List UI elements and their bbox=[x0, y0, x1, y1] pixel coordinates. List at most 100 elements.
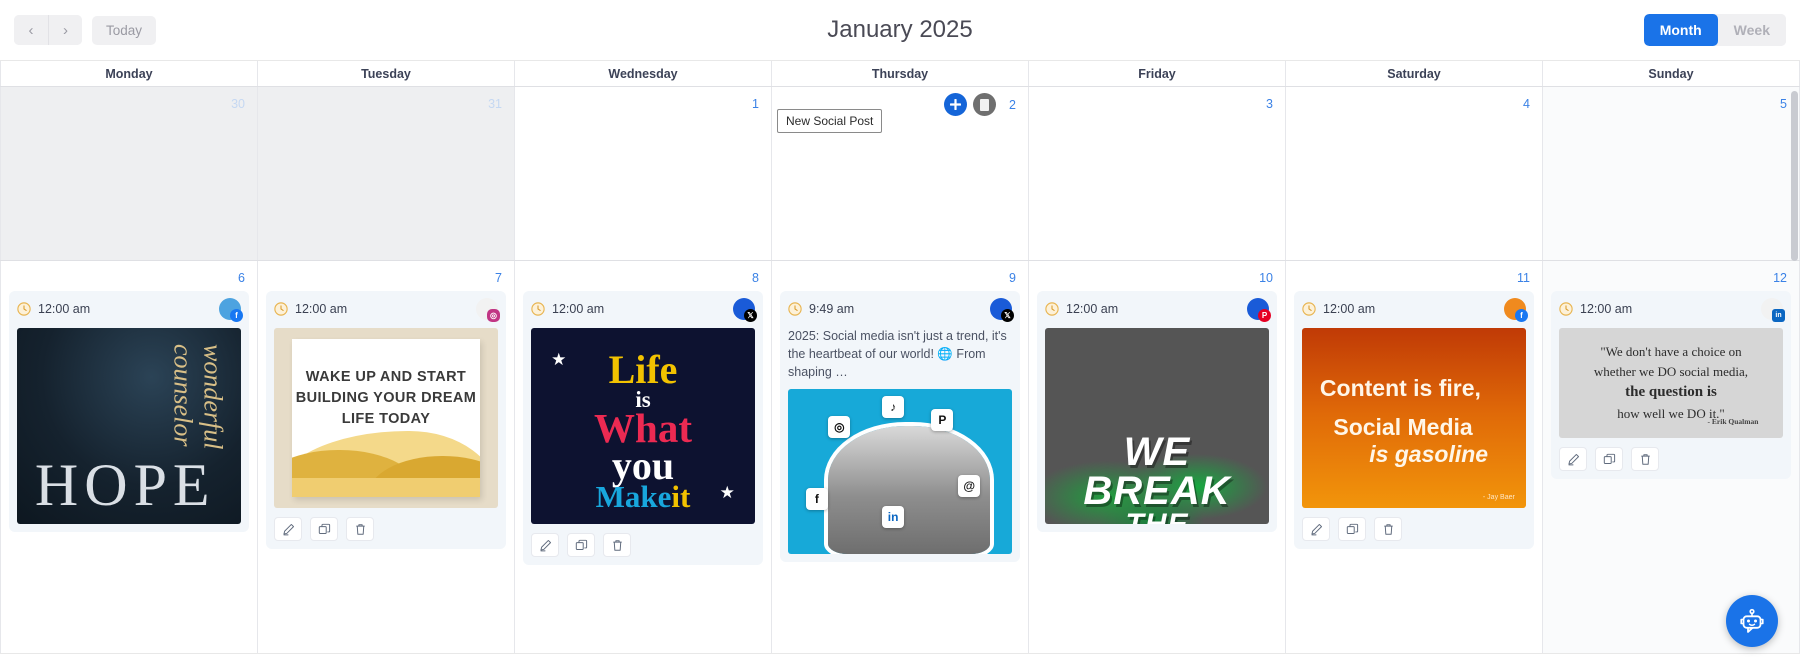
day-cell-7[interactable]: 7 12:00 am ◎ WAKE UP AND START BUILDING … bbox=[258, 261, 515, 653]
social-calendar-app: ‹ › Today January 2025 Month Week Monday… bbox=[0, 0, 1800, 663]
clock-icon bbox=[1045, 302, 1059, 316]
artwork-life-is-what-you-make-it: ★ ★ Life is What you Makeit bbox=[531, 328, 755, 524]
facebook-icon: f bbox=[1515, 309, 1528, 322]
scrollbar-thumb[interactable] bbox=[1791, 91, 1798, 261]
new-note-button[interactable] bbox=[973, 93, 996, 116]
chatbot-fab-button[interactable] bbox=[1726, 595, 1778, 647]
post-thumbnail[interactable]: Content is fire, Social Media is gasolin… bbox=[1302, 328, 1526, 508]
day-cell-2[interactable]: 2 New Social Post bbox=[772, 87, 1029, 260]
prev-month-button[interactable]: ‹ bbox=[14, 15, 48, 45]
edit-button[interactable] bbox=[531, 533, 559, 557]
dune-shape bbox=[291, 478, 481, 498]
artwork-we-break-the-rules: WE BREAK THE bbox=[1045, 328, 1269, 524]
event-card[interactable]: 12:00 am f Content is fire, Social Media… bbox=[1294, 291, 1534, 549]
tiktok-icon: ♪ bbox=[882, 395, 905, 418]
artwork-line-make: Make bbox=[595, 478, 672, 514]
day-number: 31 bbox=[488, 97, 502, 111]
event-card[interactable]: 12:00 am f HOPE wonderful counselor bbox=[9, 291, 249, 532]
day-cell-6[interactable]: 6 12:00 am f HOPE wonderful counselor bbox=[0, 261, 258, 653]
artwork-quote-line: whether we DO social media, bbox=[1593, 363, 1749, 379]
day-number: 5 bbox=[1780, 97, 1787, 111]
day-number: 3 bbox=[1266, 97, 1273, 111]
facebook-icon: f bbox=[230, 309, 243, 322]
event-time: 12:00 am bbox=[1323, 302, 1376, 316]
artwork-line: Life bbox=[608, 346, 678, 392]
edit-button[interactable] bbox=[274, 517, 302, 541]
note-icon bbox=[980, 98, 989, 111]
artwork-quote-line: "We don't have a choice on bbox=[1600, 344, 1742, 360]
day-cell-3[interactable]: 3 bbox=[1029, 87, 1286, 260]
event-card[interactable]: 12:00 am 𝕏 ★ ★ Life is What you Makeit bbox=[523, 291, 763, 565]
artwork-text: WAKE UP AND START BUILDING YOUR DREAM LI… bbox=[295, 369, 477, 428]
duplicate-button[interactable] bbox=[1595, 447, 1623, 471]
post-thumbnail[interactable]: ♪ P ◎ @ f in bbox=[788, 389, 1012, 555]
duplicate-button[interactable] bbox=[567, 533, 595, 557]
event-header: 12:00 am P bbox=[1045, 298, 1271, 322]
artwork-quote: "We don't have a choice on whether we DO… bbox=[1575, 342, 1768, 423]
artwork-card: WAKE UP AND START BUILDING YOUR DREAM LI… bbox=[291, 338, 481, 498]
event-actions bbox=[274, 517, 498, 541]
artwork-line: Social Media bbox=[1333, 414, 1473, 441]
duplicate-button[interactable] bbox=[1338, 517, 1366, 541]
day-cell-31[interactable]: 31 bbox=[258, 87, 515, 260]
day-cell-30[interactable]: 30 bbox=[0, 87, 258, 260]
artwork-line: is gasoline bbox=[1369, 441, 1489, 468]
view-week-button[interactable]: Week bbox=[1717, 14, 1786, 46]
event-card[interactable]: 12:00 am P WE BREAK THE bbox=[1037, 291, 1277, 532]
next-month-button[interactable]: › bbox=[48, 15, 82, 45]
event-card[interactable]: 12:00 am in "We don't have a choice on w… bbox=[1551, 291, 1791, 479]
twitter-x-icon: 𝕏 bbox=[1001, 309, 1014, 322]
day-cell-8[interactable]: 8 12:00 am 𝕏 ★ ★ Life is What you Makeit bbox=[515, 261, 772, 653]
avatar: f bbox=[1504, 298, 1528, 322]
delete-button[interactable] bbox=[603, 533, 631, 557]
event-card[interactable]: 9:49 am 𝕏 2025: Social media isn't just … bbox=[780, 291, 1020, 563]
new-social-post-button[interactable] bbox=[944, 93, 967, 116]
delete-icon bbox=[1640, 453, 1650, 465]
day-cell-9[interactable]: 9 9:49 am 𝕏 2025: Social media isn't jus… bbox=[772, 261, 1029, 653]
day-cell-4[interactable]: 4 bbox=[1286, 87, 1543, 260]
day-cell-12[interactable]: 12 12:00 am in "We don't have a choice o… bbox=[1543, 261, 1800, 653]
day-number: 6 bbox=[238, 271, 245, 285]
event-actions bbox=[1559, 447, 1783, 471]
edit-icon bbox=[1310, 523, 1322, 535]
artwork-credit: - Jay Baer bbox=[1482, 493, 1515, 501]
post-thumbnail[interactable]: "We don't have a choice on whether we DO… bbox=[1559, 328, 1783, 438]
day-number: 12 bbox=[1773, 271, 1787, 285]
view-month-button[interactable]: Month bbox=[1643, 14, 1718, 46]
edit-button[interactable] bbox=[1559, 447, 1587, 471]
today-button[interactable]: Today bbox=[92, 15, 157, 45]
event-text: 2025: Social media isn't just a trend, i… bbox=[788, 329, 1007, 379]
vertical-scrollbar[interactable] bbox=[1791, 91, 1798, 649]
nav-group: ‹ › Today bbox=[14, 15, 157, 45]
delete-button[interactable] bbox=[1374, 517, 1402, 541]
edit-icon bbox=[1567, 453, 1579, 465]
day-number: 2 bbox=[1009, 97, 1016, 112]
clock-icon bbox=[531, 302, 545, 316]
artwork-line: Makeit bbox=[531, 479, 755, 515]
post-thumbnail[interactable]: ★ ★ Life is What you Makeit bbox=[531, 328, 755, 524]
day-cell-10[interactable]: 10 12:00 am P WE BREAK bbox=[1029, 261, 1286, 653]
duplicate-icon bbox=[575, 539, 587, 550]
artwork-content-is-fire: Content is fire, Social Media is gasolin… bbox=[1302, 328, 1526, 508]
duplicate-button[interactable] bbox=[310, 517, 338, 541]
artwork-wake-up: WAKE UP AND START BUILDING YOUR DREAM LI… bbox=[274, 328, 498, 508]
delete-button[interactable] bbox=[346, 517, 374, 541]
page-title: January 2025 bbox=[827, 16, 973, 43]
avatar: ◎ bbox=[476, 298, 500, 322]
plus-icon bbox=[950, 99, 961, 110]
prev-next-group: ‹ › bbox=[14, 15, 82, 45]
post-thumbnail[interactable]: WE BREAK THE bbox=[1045, 328, 1269, 524]
edit-button[interactable] bbox=[1302, 517, 1330, 541]
day-cell-11[interactable]: 11 12:00 am f Content is fire, Social Me… bbox=[1286, 261, 1543, 653]
linkedin-icon: in bbox=[882, 506, 905, 529]
weekday-friday: Friday bbox=[1029, 61, 1286, 86]
post-thumbnail[interactable]: HOPE wonderful counselor bbox=[17, 328, 241, 524]
day-cell-1[interactable]: 1 bbox=[515, 87, 772, 260]
event-card[interactable]: 12:00 am ◎ WAKE UP AND START BUILDING YO… bbox=[266, 291, 506, 549]
delete-button[interactable] bbox=[1631, 447, 1659, 471]
facebook-icon: f bbox=[805, 488, 828, 511]
post-thumbnail[interactable]: WAKE UP AND START BUILDING YOUR DREAM LI… bbox=[274, 328, 498, 508]
weekday-header: Monday Tuesday Wednesday Thursday Friday… bbox=[0, 61, 1800, 87]
day-cell-5[interactable]: 5 bbox=[1543, 87, 1800, 260]
tooltip-new-social-post: New Social Post bbox=[777, 109, 883, 133]
